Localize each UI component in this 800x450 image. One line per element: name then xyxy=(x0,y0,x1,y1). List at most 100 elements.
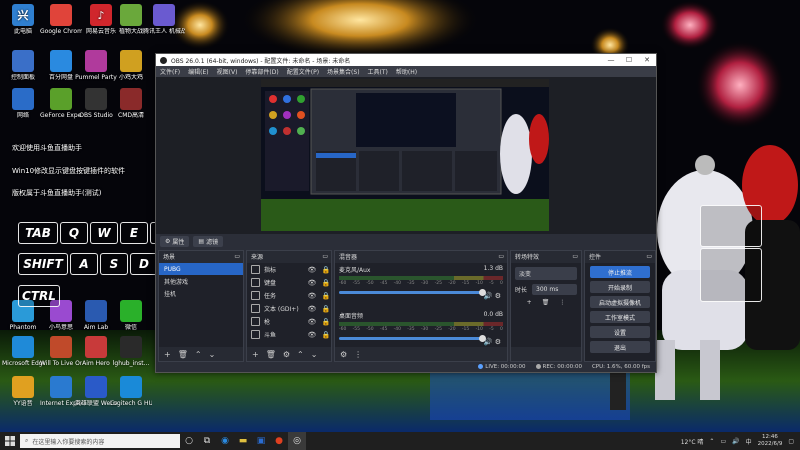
visibility-eye-icon[interactable]: 👁 xyxy=(307,331,317,339)
lock-icon[interactable]: 🔒 xyxy=(321,279,331,287)
tray-chevron-icon[interactable]: ⌃ xyxy=(709,438,714,445)
remove-source-button[interactable]: 🗑 xyxy=(266,350,276,359)
desktop-icon[interactable]: lghub_inst... xyxy=(110,336,152,367)
properties-button[interactable]: ⚙ 属性 xyxy=(160,235,190,247)
network-icon[interactable]: ▭ xyxy=(720,438,726,445)
desktop-icon[interactable]: 小鸡大鸡 xyxy=(110,50,152,81)
dock-float-icon[interactable]: ▭ xyxy=(646,253,652,260)
desktop-icon[interactable]: Google Chrome xyxy=(40,4,82,35)
remove-transition-button[interactable]: 🗑 xyxy=(542,299,550,306)
scene-down-button[interactable]: ⌄ xyxy=(209,350,216,359)
ime-icon[interactable]: 中 xyxy=(746,437,752,446)
start-button[interactable] xyxy=(0,432,20,450)
cortana-icon[interactable]: ○ xyxy=(180,432,198,450)
source-item[interactable]: 键盘 👁 🔒 xyxy=(247,276,331,289)
stop-streaming-button[interactable]: 停止推流 xyxy=(590,266,650,278)
menu-item[interactable]: 工具(T) xyxy=(368,67,388,76)
visibility-eye-icon[interactable]: 👁 xyxy=(307,318,317,326)
taskbar-search[interactable]: ⌕ 在这里输入你要搜索的内容 xyxy=(20,434,180,448)
mixer-channel: 麦克风/Aux 1.3 dB -60 -55 -50 -45 -40 -35 -30 -25 -20… xyxy=(335,263,507,309)
source-item[interactable]: 指标 👁 🔒 xyxy=(247,263,331,276)
volume-icon[interactable]: 🔊 xyxy=(732,438,739,445)
preview-area[interactable] xyxy=(156,77,656,234)
desktop-icon-label: Microsoft Edge xyxy=(2,360,44,367)
scene-item[interactable]: PUBG xyxy=(159,263,243,275)
desktop-icon[interactable]: Microsoft Edge xyxy=(2,336,44,367)
desktop-icon[interactable]: 控制面板 xyxy=(2,50,44,81)
edge-icon[interactable]: ◉ xyxy=(216,432,234,450)
desktop-icon[interactable]: 网络 xyxy=(2,88,44,119)
lock-icon[interactable]: 🔒 xyxy=(321,292,331,300)
obs-taskbar-icon[interactable]: ◎ xyxy=(288,432,306,450)
search-placeholder: 在这里输入你要搜索的内容 xyxy=(32,438,105,446)
menu-item[interactable]: 文件(F) xyxy=(160,67,180,76)
visibility-eye-icon[interactable]: 👁 xyxy=(307,266,317,274)
file-explorer-icon[interactable]: ▬ xyxy=(234,432,252,450)
transition-menu-button[interactable]: ⋮ xyxy=(559,299,565,306)
menu-item[interactable]: 帮助(H) xyxy=(396,67,417,76)
desktop-icon[interactable]: 腾讯王人 机械战 xyxy=(143,4,185,35)
maximize-icon[interactable]: ☐ xyxy=(620,56,638,64)
visibility-eye-icon[interactable]: 👁 xyxy=(307,305,317,313)
title-bar[interactable]: OBS 26.0.1 (64-bit, windows) - 配置文件: 未命名… xyxy=(156,54,656,66)
filters-button[interactable]: ▤ 滤镜 xyxy=(193,235,224,247)
scene-item[interactable]: 其他游戏 xyxy=(159,275,243,287)
menu-item[interactable]: 停靠部件(D) xyxy=(245,67,278,76)
source-item[interactable]: 文本 (GDI+) 👁 🔒 xyxy=(247,302,331,315)
dock-float-icon[interactable]: ▭ xyxy=(498,253,504,260)
lock-icon[interactable]: 🔒 xyxy=(321,318,331,326)
volume-slider[interactable] xyxy=(339,289,486,296)
preview-canvas[interactable] xyxy=(261,79,549,231)
settings-button[interactable]: 设置 xyxy=(590,326,650,338)
minimize-icon[interactable]: — xyxy=(602,56,620,64)
lock-icon[interactable]: 🔒 xyxy=(321,305,331,313)
start-virtual-camera-button[interactable]: 启动虚拟摄像机 xyxy=(590,296,650,308)
notification-icon[interactable]: ▢ xyxy=(788,438,794,445)
volume-slider[interactable] xyxy=(339,335,486,342)
menu-item[interactable]: 视图(V) xyxy=(217,67,238,76)
chrome-icon[interactable]: ● xyxy=(270,432,288,450)
transition-select[interactable]: 淡变 xyxy=(515,267,577,280)
desktop-icon[interactable]: Logitech G HUB xyxy=(110,376,152,407)
dock-float-icon[interactable]: ▭ xyxy=(234,253,240,260)
store-icon[interactable]: ▣ xyxy=(252,432,270,450)
speaker-icon[interactable]: 🔊 ⚙ xyxy=(484,292,501,300)
menu-item[interactable]: 编辑(E) xyxy=(188,67,208,76)
meter-scale-tick: -20 xyxy=(448,281,456,286)
scene-up-button[interactable]: ⌃ xyxy=(195,350,202,359)
source-up-button[interactable]: ⌃ xyxy=(297,350,304,359)
add-scene-button[interactable]: + xyxy=(164,350,171,359)
scene-item[interactable]: 挂机 xyxy=(159,287,243,299)
source-item[interactable]: 斗鱼 👁 🔒 xyxy=(247,328,331,341)
duration-input[interactable]: 300 ms xyxy=(532,284,577,295)
start-recording-button[interactable]: 开始录制 xyxy=(590,281,650,293)
add-source-button[interactable]: + xyxy=(252,350,259,359)
mixer-menu-button[interactable]: ⋮ xyxy=(354,350,362,359)
source-item[interactable]: 枪 👁 🔒 xyxy=(247,315,331,328)
desktop-icon[interactable]: 兴此电脑 xyxy=(2,4,44,35)
clock[interactable]: 12:46 2022/6/9 xyxy=(758,434,783,448)
task-view-icon[interactable]: ⧉ xyxy=(198,432,216,450)
source-settings-button[interactable]: ⚙ xyxy=(283,350,290,359)
visibility-eye-icon[interactable]: 👁 xyxy=(307,279,317,287)
speaker-icon[interactable]: 🔊 ⚙ xyxy=(484,338,501,346)
dock-float-icon[interactable]: ▭ xyxy=(322,253,328,260)
close-icon[interactable]: ✕ xyxy=(638,56,656,64)
dock-float-icon[interactable]: ▭ xyxy=(572,253,578,260)
mixer-settings-button[interactable]: ⚙ xyxy=(340,350,347,359)
menu-item[interactable]: 场景集合(S) xyxy=(327,67,360,76)
visibility-eye-icon[interactable]: 👁 xyxy=(307,292,317,300)
remove-scene-button[interactable]: 🗑 xyxy=(178,350,188,359)
studio-mode-button[interactable]: 工作室模式 xyxy=(590,311,650,323)
lock-icon[interactable]: 🔒 xyxy=(321,331,331,339)
menu-item[interactable]: 配置文件(P) xyxy=(287,67,319,76)
source-down-button[interactable]: ⌄ xyxy=(311,350,318,359)
lock-icon[interactable]: 🔒 xyxy=(321,266,331,274)
source-item[interactable]: 任务 👁 🔒 xyxy=(247,289,331,302)
add-transition-button[interactable]: + xyxy=(527,299,532,306)
desktop-icon[interactable]: 微信 xyxy=(110,300,152,331)
desktop-icon[interactable]: YY语音 xyxy=(2,376,44,407)
desktop-icon[interactable]: CMD高清 xyxy=(110,88,152,119)
weather-widget[interactable]: 12°C 晴 xyxy=(681,437,704,446)
exit-button[interactable]: 退出 xyxy=(590,341,650,353)
